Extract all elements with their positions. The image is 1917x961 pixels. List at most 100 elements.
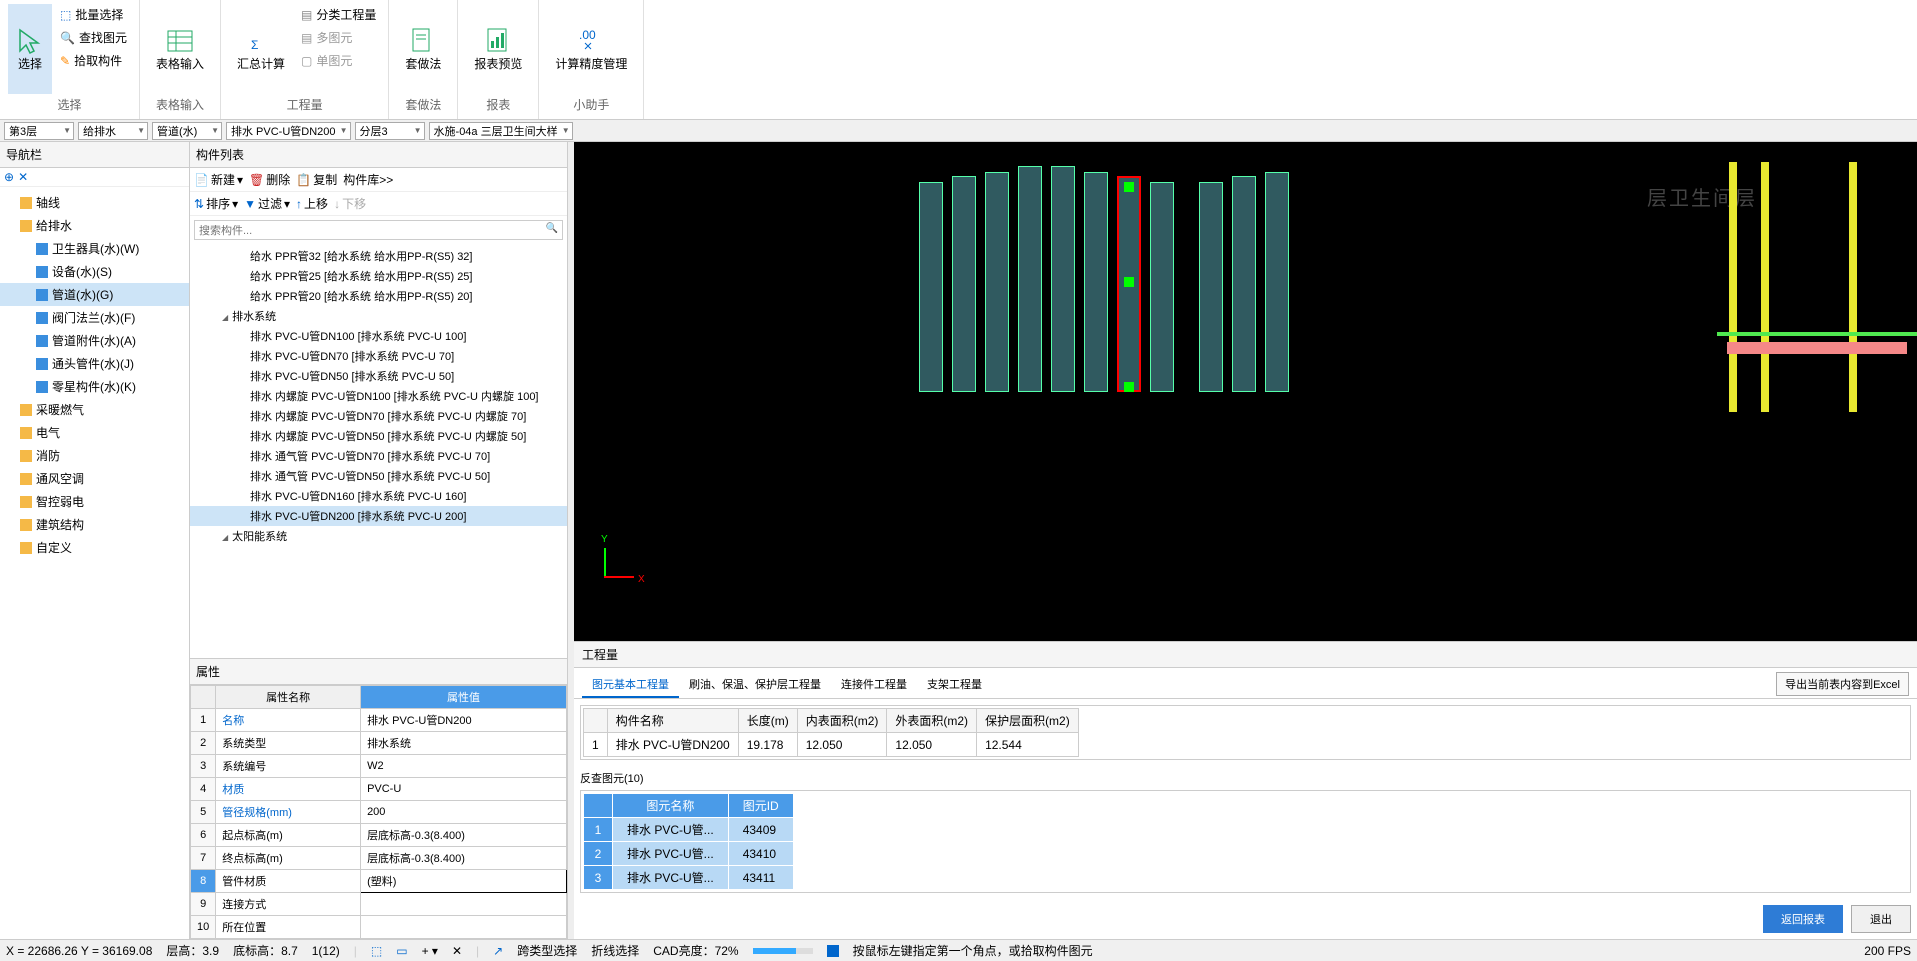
nav-expand-icon[interactable]: ⊕	[4, 170, 14, 184]
nav-folder-item[interactable]: 建筑结构	[0, 513, 189, 536]
search-input[interactable]	[194, 220, 563, 240]
props-row[interactable]: 7终点标高(m)层底标高-0.3(8.400)	[191, 847, 567, 870]
nav-folder-item[interactable]: 采暖燃气	[0, 398, 189, 421]
layer-dropdown[interactable]: 分层3	[355, 122, 425, 140]
select-button[interactable]: 选择	[8, 4, 52, 94]
component-item[interactable]: 排水 PVC-U管DN50 [排水系统 PVC-U 50]	[190, 366, 567, 386]
pipe-elem[interactable]	[1051, 166, 1075, 392]
nav-folder-item[interactable]: 电气	[0, 421, 189, 444]
tab-connector[interactable]: 连接件工程量	[831, 672, 917, 698]
status-cad-brightness[interactable]: CAD亮度：72%	[653, 942, 738, 959]
nav-sub-item[interactable]: 零星构件(水)(K)	[0, 375, 189, 398]
component-item[interactable]: 给水 PPR管25 [给水系统 给水用PP-R(S5) 25]	[190, 266, 567, 286]
nav-sub-item[interactable]: 管道附件(水)(A)	[0, 329, 189, 352]
props-row[interactable]: 9连接方式	[191, 893, 567, 916]
props-row[interactable]: 2系统类型排水系统	[191, 732, 567, 755]
prop-value[interactable]: PVC-U	[361, 778, 567, 801]
nav-sub-item[interactable]: 通头管件(水)(J)	[0, 352, 189, 375]
tab-insulation[interactable]: 刷油、保温、保护层工程量	[679, 672, 831, 698]
pipe-elem[interactable]	[985, 172, 1009, 392]
drawing-dropdown[interactable]: 水施-04a 三层卫生间大样	[429, 122, 573, 140]
props-row[interactable]: 1名称排水 PVC-U管DN200	[191, 709, 567, 732]
filter-button[interactable]: ▼过滤 ▾	[244, 195, 290, 212]
precision-button[interactable]: .00 计算精度管理	[547, 4, 635, 94]
prop-value[interactable]: 层底标高-0.3(8.400)	[361, 824, 567, 847]
prop-value[interactable]: 200	[361, 801, 567, 824]
component-item[interactable]: 排水 内螺旋 PVC-U管DN70 [排水系统 PVC-U 内螺旋 70]	[190, 406, 567, 426]
elem-row[interactable]: 1排水 PVC-U管...43409	[584, 818, 794, 842]
return-report-button[interactable]: 返回报表	[1763, 905, 1843, 933]
sort-button[interactable]: ⇅排序 ▾	[194, 195, 238, 212]
method-button[interactable]: 套做法	[397, 4, 449, 94]
delete-button[interactable]: 🗑删除	[249, 171, 290, 188]
multi-elem-button[interactable]: ▤多图元	[297, 27, 380, 48]
sum-calc-button[interactable]: Σ 汇总计算	[229, 4, 293, 94]
props-row[interactable]: 5管径规格(mm)200	[191, 801, 567, 824]
nav-sub-item[interactable]: 设备(水)(S)	[0, 260, 189, 283]
status-tool-icon[interactable]: ⬚	[371, 944, 382, 958]
component-item[interactable]: 排水 内螺旋 PVC-U管DN50 [排水系统 PVC-U 内螺旋 50]	[190, 426, 567, 446]
pipe-elem[interactable]	[952, 176, 976, 392]
prop-value[interactable]: 层底标高-0.3(8.400)	[361, 847, 567, 870]
pipe-elem[interactable]	[1084, 172, 1108, 392]
pipe-elem[interactable]	[1265, 172, 1289, 392]
prop-value[interactable]: 排水 PVC-U管DN200	[361, 709, 567, 732]
component-item[interactable]: 排水 PVC-U管DN70 [排水系统 PVC-U 70]	[190, 346, 567, 366]
spec-dropdown[interactable]: 排水 PVC-U管DN200	[226, 122, 351, 140]
table-input-button[interactable]: 表格输入	[148, 4, 212, 94]
nav-folder-item[interactable]: 给排水	[0, 214, 189, 237]
batch-select-button[interactable]: ⬚批量选择	[56, 4, 131, 25]
report-preview-button[interactable]: 报表预览	[466, 4, 530, 94]
lib-button[interactable]: 构件库>>	[343, 171, 393, 188]
handle[interactable]	[1124, 182, 1134, 192]
category-qty-button[interactable]: ▤分类工程量	[297, 4, 380, 25]
status-tool-icon[interactable]: ↗	[493, 944, 503, 958]
pick-component-button[interactable]: ✎拾取构件	[56, 50, 131, 71]
prop-value[interactable]: (塑料)	[361, 870, 567, 893]
tab-support[interactable]: 支架工程量	[917, 672, 992, 698]
qty-row[interactable]: 1 排水 PVC-U管DN200 19.178 12.050 12.050 12…	[584, 733, 1079, 757]
status-fold-sel[interactable]: 折线选择	[591, 942, 639, 959]
props-row[interactable]: 8管件材质(塑料)	[191, 870, 567, 893]
handle[interactable]	[1124, 277, 1134, 287]
pipe-elem[interactable]	[1232, 176, 1256, 392]
up-button[interactable]: ↑上移	[296, 195, 328, 212]
nav-folder-item[interactable]: 轴线	[0, 191, 189, 214]
nav-sub-item[interactable]: 管道(水)(G)	[0, 283, 189, 306]
nav-folder-item[interactable]: 消防	[0, 444, 189, 467]
props-row[interactable]: 3系统编号W2	[191, 755, 567, 778]
elem-row[interactable]: 2排水 PVC-U管...43410	[584, 842, 794, 866]
pipe-elem[interactable]	[1150, 182, 1174, 392]
pipe-elem[interactable]	[919, 182, 943, 392]
component-item[interactable]: 排水 PVC-U管DN200 [排水系统 PVC-U 200]	[190, 506, 567, 526]
prop-value[interactable]	[361, 893, 567, 916]
status-tool-icon[interactable]: ✕	[452, 944, 462, 958]
prop-value[interactable]: W2	[361, 755, 567, 778]
system-dropdown[interactable]: 给排水	[78, 122, 148, 140]
floor-dropdown[interactable]: 第3层	[4, 122, 74, 140]
component-item[interactable]: 排水 通气管 PVC-U管DN50 [排水系统 PVC-U 50]	[190, 466, 567, 486]
status-tool-icon[interactable]: ▭	[396, 944, 407, 958]
tab-basic-qty[interactable]: 图元基本工程量	[582, 672, 679, 698]
nav-sub-item[interactable]: 卫生器具(水)(W)	[0, 237, 189, 260]
single-elem-button[interactable]: ▢单图元	[297, 50, 380, 71]
props-row[interactable]: 10所在位置	[191, 916, 567, 939]
component-item[interactable]: 排水 内螺旋 PVC-U管DN100 [排水系统 PVC-U 内螺旋 100]	[190, 386, 567, 406]
nav-folder-item[interactable]: 自定义	[0, 536, 189, 559]
nav-sub-item[interactable]: 阀门法兰(水)(F)	[0, 306, 189, 329]
nav-collapse-icon[interactable]: ✕	[18, 170, 28, 184]
exit-button[interactable]: 退出	[1851, 905, 1911, 933]
handle[interactable]	[1124, 382, 1134, 392]
component-item[interactable]: 给水 PPR管32 [给水系统 给水用PP-R(S5) 32]	[190, 246, 567, 266]
down-button[interactable]: ↓下移	[334, 195, 366, 212]
pipe-elem[interactable]	[1199, 182, 1223, 392]
status-cross-type[interactable]: 跨类型选择	[517, 942, 577, 959]
prop-value[interactable]	[361, 916, 567, 939]
component-item[interactable]: 排水 PVC-U管DN160 [排水系统 PVC-U 160]	[190, 486, 567, 506]
component-group[interactable]: 排水系统	[190, 306, 567, 326]
nav-folder-item[interactable]: 智控弱电	[0, 490, 189, 513]
props-row[interactable]: 4材质PVC-U	[191, 778, 567, 801]
viewport[interactable]: 层卫生间层 Y	[574, 142, 1917, 641]
find-element-button[interactable]: 🔍查找图元	[56, 27, 131, 48]
export-excel-button[interactable]: 导出当前表内容到Excel	[1776, 672, 1909, 696]
